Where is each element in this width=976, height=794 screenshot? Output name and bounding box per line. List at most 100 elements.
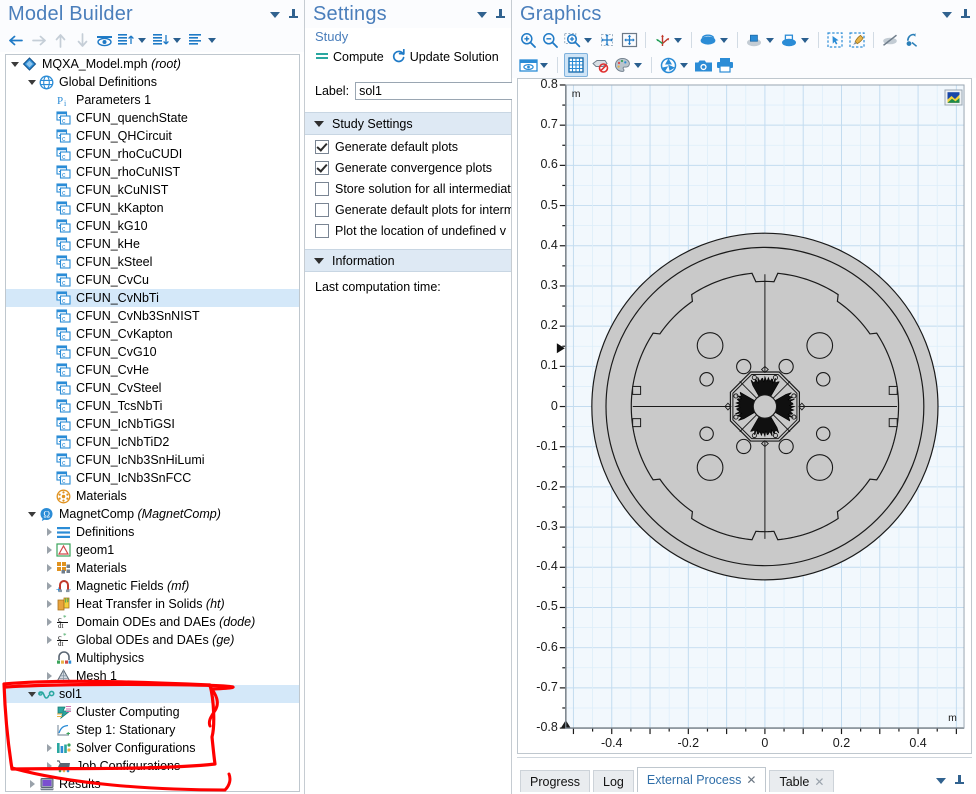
- expander-expand-icon[interactable]: [43, 613, 55, 631]
- hide-geometry-icon[interactable]: [880, 30, 900, 50]
- aperture-caret[interactable]: [680, 62, 688, 68]
- tree-node-global-definitions[interactable]: Global Definitions: [6, 73, 299, 91]
- scene-light-caret[interactable]: [720, 37, 728, 43]
- tab-progress[interactable]: Progress: [520, 770, 591, 792]
- tree-node-mqxa-model-mph[interactable]: MQXA_Model.mph (root): [6, 55, 299, 73]
- expander-expand-icon[interactable]: [43, 595, 55, 613]
- expander-expand-icon[interactable]: [43, 739, 55, 757]
- tree-node-results[interactable]: Results: [6, 775, 299, 791]
- chevron-down-icon[interactable]: [477, 12, 487, 18]
- pin-icon[interactable]: [955, 775, 964, 787]
- list-options-caret[interactable]: [208, 37, 216, 43]
- tree-node-global-odes-and-daes[interactable]: c * dt Global ODEs and DAEs (ge): [6, 631, 299, 649]
- tree-node-magnetcomp[interactable]: Ω MagnetComp (MagnetComp): [6, 505, 299, 523]
- expander-collapse-icon[interactable]: [26, 685, 38, 703]
- checkbox-store-solution-intermediate[interactable]: [315, 181, 329, 196]
- tree-node-cfun-tcsnbti[interactable]: c CFUN_TcsNbTi: [6, 397, 299, 415]
- checkbox-row[interactable]: Plot the location of undefined v: [305, 219, 511, 240]
- zoom-in-icon[interactable]: [518, 30, 538, 50]
- tree-node-cfun-cvnb3snnist[interactable]: c CFUN_CvNb3SnNIST: [6, 307, 299, 325]
- bottom-tab-strip[interactable]: Progress Log External Process ✕ Table ✕: [517, 766, 936, 792]
- tree-node-materials[interactable]: Materials: [6, 559, 299, 577]
- magnet-cross-section-plot[interactable]: [518, 79, 971, 753]
- axes-orientation-icon[interactable]: [652, 30, 672, 50]
- tree-node-cfun-kg10[interactable]: c CFUN_kG10: [6, 217, 299, 235]
- tree-node-definitions[interactable]: Definitions: [6, 523, 299, 541]
- tree-node-cfun-ksteel[interactable]: c CFUN_kSteel: [6, 253, 299, 271]
- tree-node-cfun-kkapton[interactable]: c CFUN_kKapton: [6, 199, 299, 217]
- expander-collapse-icon[interactable]: [26, 505, 38, 523]
- zoom-box-caret[interactable]: [584, 37, 592, 43]
- tree-node-cfun-rhocunist[interactable]: c CFUN_rhoCuNIST: [6, 163, 299, 181]
- tree-node-cfun-kcunist[interactable]: c CFUN_kCuNIST: [6, 181, 299, 199]
- expander-expand-icon[interactable]: [43, 631, 55, 649]
- axes-orientation-caret[interactable]: [674, 37, 682, 43]
- checkbox-default-plots-intermediate[interactable]: [315, 202, 329, 217]
- tree-node-materials[interactable]: Materials: [6, 487, 299, 505]
- select-brush-icon[interactable]: [847, 30, 867, 50]
- tree-node-job-configurations[interactable]: Job Configurations: [6, 757, 299, 775]
- list-icon[interactable]: [186, 30, 206, 50]
- chevron-down-icon[interactable]: [270, 12, 280, 18]
- tree-node-cfun-icnbtid2[interactable]: c CFUN_IcNbTiD2: [6, 433, 299, 451]
- checkbox-generate-convergence-plots[interactable]: [315, 160, 329, 175]
- color-palette-caret[interactable]: [634, 62, 642, 68]
- model-tree[interactable]: MQXA_Model.mph (root) Global Definitions P…: [5, 54, 300, 792]
- pin-icon[interactable]: [496, 9, 505, 21]
- tree-node-cfun-khe[interactable]: c CFUN_kHe: [6, 235, 299, 253]
- color-palette-icon[interactable]: [612, 55, 632, 75]
- scene-light-icon[interactable]: [698, 30, 718, 50]
- expand-options-caret[interactable]: [173, 37, 181, 43]
- compute-button[interactable]: Compute: [315, 50, 384, 65]
- collapse-up-icon[interactable]: [116, 30, 136, 50]
- expander-expand-icon[interactable]: [43, 559, 55, 577]
- checkbox-row[interactable]: Generate default plots for interm: [305, 198, 511, 219]
- expander-expand-icon[interactable]: [43, 667, 55, 685]
- update-solution-button[interactable]: Update Solution: [391, 48, 499, 66]
- grid-icon[interactable]: [564, 53, 588, 77]
- tree-node-magnetic-fields[interactable]: + - Magnetic Fields (mf): [6, 577, 299, 595]
- expand-down-icon[interactable]: [151, 30, 171, 50]
- pin-icon[interactable]: [961, 9, 970, 21]
- label-input[interactable]: [355, 81, 525, 100]
- tree-node-domain-odes-and-daes[interactable]: c * dt Domain ODEs and DAEs (dode): [6, 613, 299, 631]
- tree-node-cfun-cvsteel[interactable]: c CFUN_CvSteel: [6, 379, 299, 397]
- tree-node-mesh-1[interactable]: Mesh 1: [6, 667, 299, 685]
- show-grid-icon[interactable]: [518, 55, 538, 75]
- collapse-options-caret[interactable]: [138, 37, 146, 43]
- plot-thumbnail-icon[interactable]: [944, 89, 963, 109]
- back-button[interactable]: [6, 30, 26, 50]
- reset-hiding-icon[interactable]: [902, 30, 922, 50]
- chevron-down-icon[interactable]: [936, 778, 946, 784]
- tree-node-heat-transfer-in-solids[interactable]: Heat Transfer in Solids (ht): [6, 595, 299, 613]
- tree-node-cfun-quenchstate[interactable]: c CFUN_quenchState: [6, 109, 299, 127]
- section-header-information[interactable]: Information: [305, 249, 511, 272]
- tree-node-cfun-icnb3snhilumi[interactable]: c CFUN_IcNb3SnHiLumi: [6, 451, 299, 469]
- tree-node-cfun-cvkapton[interactable]: c CFUN_CvKapton: [6, 325, 299, 343]
- tree-node-cluster-computing[interactable]: Cluster Computing: [6, 703, 299, 721]
- forward-button[interactable]: [28, 30, 48, 50]
- expander-collapse-icon[interactable]: [26, 73, 38, 91]
- checkbox-generate-default-plots[interactable]: [315, 139, 329, 154]
- tree-node-parameters-1[interactable]: Pi Parameters 1: [6, 91, 299, 109]
- aperture-icon[interactable]: [658, 55, 678, 75]
- zoom-extents-icon[interactable]: [597, 30, 617, 50]
- wireframe-icon[interactable]: [779, 30, 799, 50]
- tree-node-cfun-cvg10[interactable]: c CFUN_CvG10: [6, 343, 299, 361]
- tree-node-cfun-cvhe[interactable]: c CFUN_CvHe: [6, 361, 299, 379]
- checkbox-row[interactable]: Store solution for all intermediate: [305, 177, 511, 198]
- tab-external-process[interactable]: External Process ✕: [636, 767, 767, 792]
- checkbox-row[interactable]: Generate convergence plots: [305, 156, 511, 177]
- zoom-box-icon[interactable]: [562, 30, 582, 50]
- zoom-selection-icon[interactable]: [619, 30, 639, 50]
- tree-node-cfun-rhocucudi[interactable]: c CFUN_rhoCuCUDI: [6, 145, 299, 163]
- tree-node-cfun-icnbtigsi[interactable]: c CFUN_IcNbTiGSI: [6, 415, 299, 433]
- eye-icon[interactable]: [94, 30, 114, 50]
- wireframe-caret[interactable]: [801, 37, 809, 43]
- pin-icon[interactable]: [289, 9, 298, 21]
- clear-plot-icon[interactable]: [590, 55, 610, 75]
- tab-log[interactable]: Log: [593, 770, 634, 792]
- transparency-caret[interactable]: [766, 37, 774, 43]
- tree-node-cfun-cvnbti[interactable]: c CFUN_CvNbTi: [6, 289, 299, 307]
- tree-node-step-1-stationary[interactable]: Step 1: Stationary: [6, 721, 299, 739]
